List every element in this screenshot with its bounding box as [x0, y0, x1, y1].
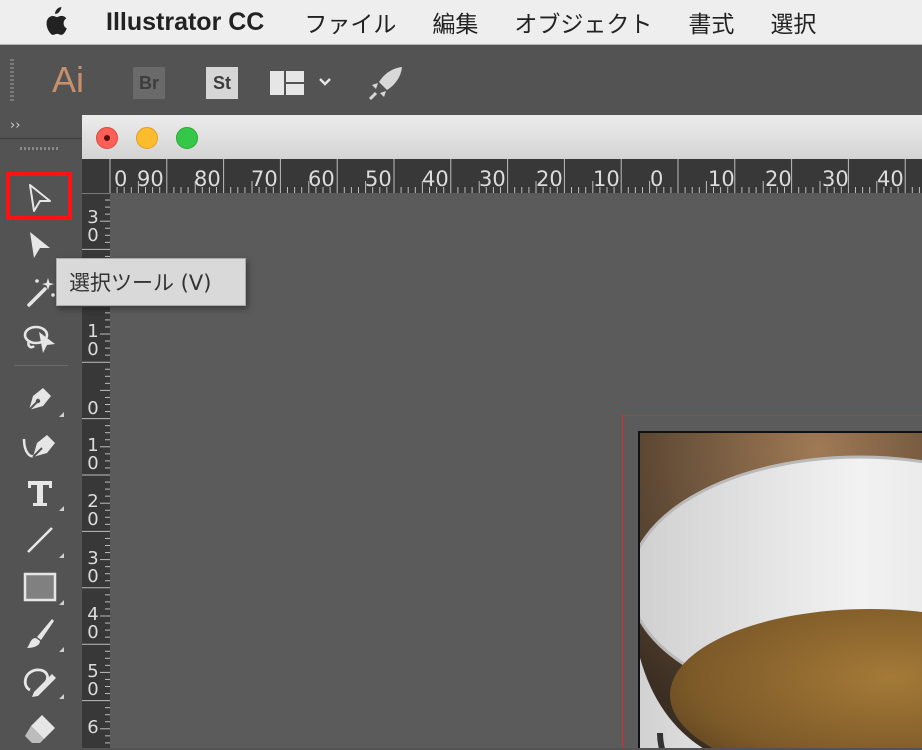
h-ruler-label: 30 — [822, 167, 849, 191]
h-ruler-label: 10 — [593, 167, 620, 191]
menu-select[interactable]: 選択 — [770, 5, 816, 39]
pen-icon — [28, 388, 51, 411]
h-ruler-label: 60 — [308, 167, 335, 191]
paintbrush-icon — [27, 619, 54, 648]
v-ruler-label: 4 0 — [87, 604, 99, 643]
h-ruler-label: 20 — [536, 167, 563, 191]
rocket-icon[interactable] — [366, 63, 406, 103]
layout-grid-icon[interactable] — [268, 67, 340, 99]
menu-type[interactable]: 書式 — [688, 5, 734, 39]
v-ruler-label: 2 0 — [87, 491, 99, 530]
h-ruler-label: 90 — [137, 167, 164, 191]
v-ruler-label: 6 — [87, 717, 99, 738]
h-ruler-label: 30 — [479, 167, 506, 191]
rectangle-icon — [23, 572, 57, 602]
h-ruler-label: 20 — [765, 167, 792, 191]
v-ruler-label: 3 0 — [87, 207, 99, 246]
lasso-tool[interactable] — [12, 317, 68, 361]
v-ruler-label: 3 0 — [87, 548, 99, 587]
selection-tool-highlight — [6, 172, 72, 220]
curvature-tool[interactable] — [12, 424, 68, 468]
minimize-button[interactable] — [136, 127, 158, 149]
v-ruler-label: 1 0 — [87, 321, 99, 360]
stock-label: St — [213, 72, 231, 93]
lasso-icon — [23, 325, 55, 353]
stock-button[interactable]: St — [206, 67, 238, 99]
menu-edit[interactable]: 編集 — [432, 5, 478, 39]
h-ruler-label: 0 — [114, 167, 128, 191]
eraser-tool[interactable] — [12, 706, 68, 750]
menu-file[interactable]: ファイル — [304, 5, 396, 39]
line-segment-tool[interactable] — [12, 518, 68, 562]
tool-group-indicator — [59, 506, 64, 511]
apple-icon[interactable] — [42, 7, 68, 37]
magic-wand-icon — [27, 278, 55, 307]
tool-group-indicator — [59, 600, 64, 605]
v-ruler-label: 1 0 — [87, 435, 99, 474]
menu-object[interactable]: オブジェクト — [514, 5, 652, 39]
tools-panel-grip[interactable] — [20, 147, 58, 150]
h-ruler-label: 50 — [365, 167, 392, 191]
selection-tool-tooltip: 選択ツール (V) — [56, 258, 246, 306]
type-icon — [28, 481, 52, 506]
v-ruler-label: 0 — [87, 398, 99, 419]
h-ruler-label: 40 — [422, 167, 449, 191]
h-ruler-label: 0 — [650, 167, 664, 191]
arrow-solid-icon — [30, 232, 50, 258]
panel-collapse-toggle[interactable]: ›› — [10, 118, 20, 133]
ai-logo: Ai — [52, 59, 85, 100]
tool-group-indicator — [59, 647, 64, 652]
h-ruler-label: 10 — [708, 167, 735, 191]
zoom-button[interactable] — [176, 127, 198, 149]
menu-bar: Illustrator CC ファイル 編集 オブジェクト 書式 選択 — [0, 0, 922, 45]
h-ruler-label: 40 — [877, 167, 904, 191]
h-ruler-label: 80 — [194, 167, 221, 191]
document-window: 0 90 80 70 60 50 40 30 20 10 0 10 20 30 … — [82, 115, 922, 748]
line-icon — [27, 527, 53, 553]
rectangle-tool[interactable] — [12, 565, 68, 609]
bridge-button[interactable]: Br — [133, 67, 165, 99]
type-tool[interactable] — [12, 471, 68, 515]
placed-image-cup[interactable] — [638, 431, 922, 748]
panel-header-divider — [0, 138, 82, 139]
tool-group-indicator — [59, 412, 64, 417]
appbar-grip[interactable] — [10, 59, 14, 101]
tool-group-indicator — [59, 553, 64, 558]
tool-group-divider — [14, 365, 68, 366]
tool-group-indicator — [59, 694, 64, 699]
document-titlebar[interactable] — [82, 115, 922, 160]
bridge-label: Br — [138, 72, 159, 93]
eraser-icon — [25, 715, 55, 743]
shaper-icon — [23, 668, 56, 697]
close-icon — [104, 135, 110, 141]
shaper-tool[interactable] — [12, 659, 68, 703]
curvature-pen-icon — [22, 435, 55, 458]
close-button[interactable] — [96, 127, 118, 149]
h-ruler-label: 70 — [251, 167, 278, 191]
v-ruler-label: 5 0 — [87, 661, 99, 700]
pen-tool[interactable] — [12, 377, 68, 421]
application-bar: Ai Br St — [0, 45, 922, 115]
coffee-cup-image — [640, 433, 922, 748]
app-name-menu[interactable]: Illustrator CC — [106, 8, 264, 37]
paintbrush-tool[interactable] — [12, 612, 68, 656]
